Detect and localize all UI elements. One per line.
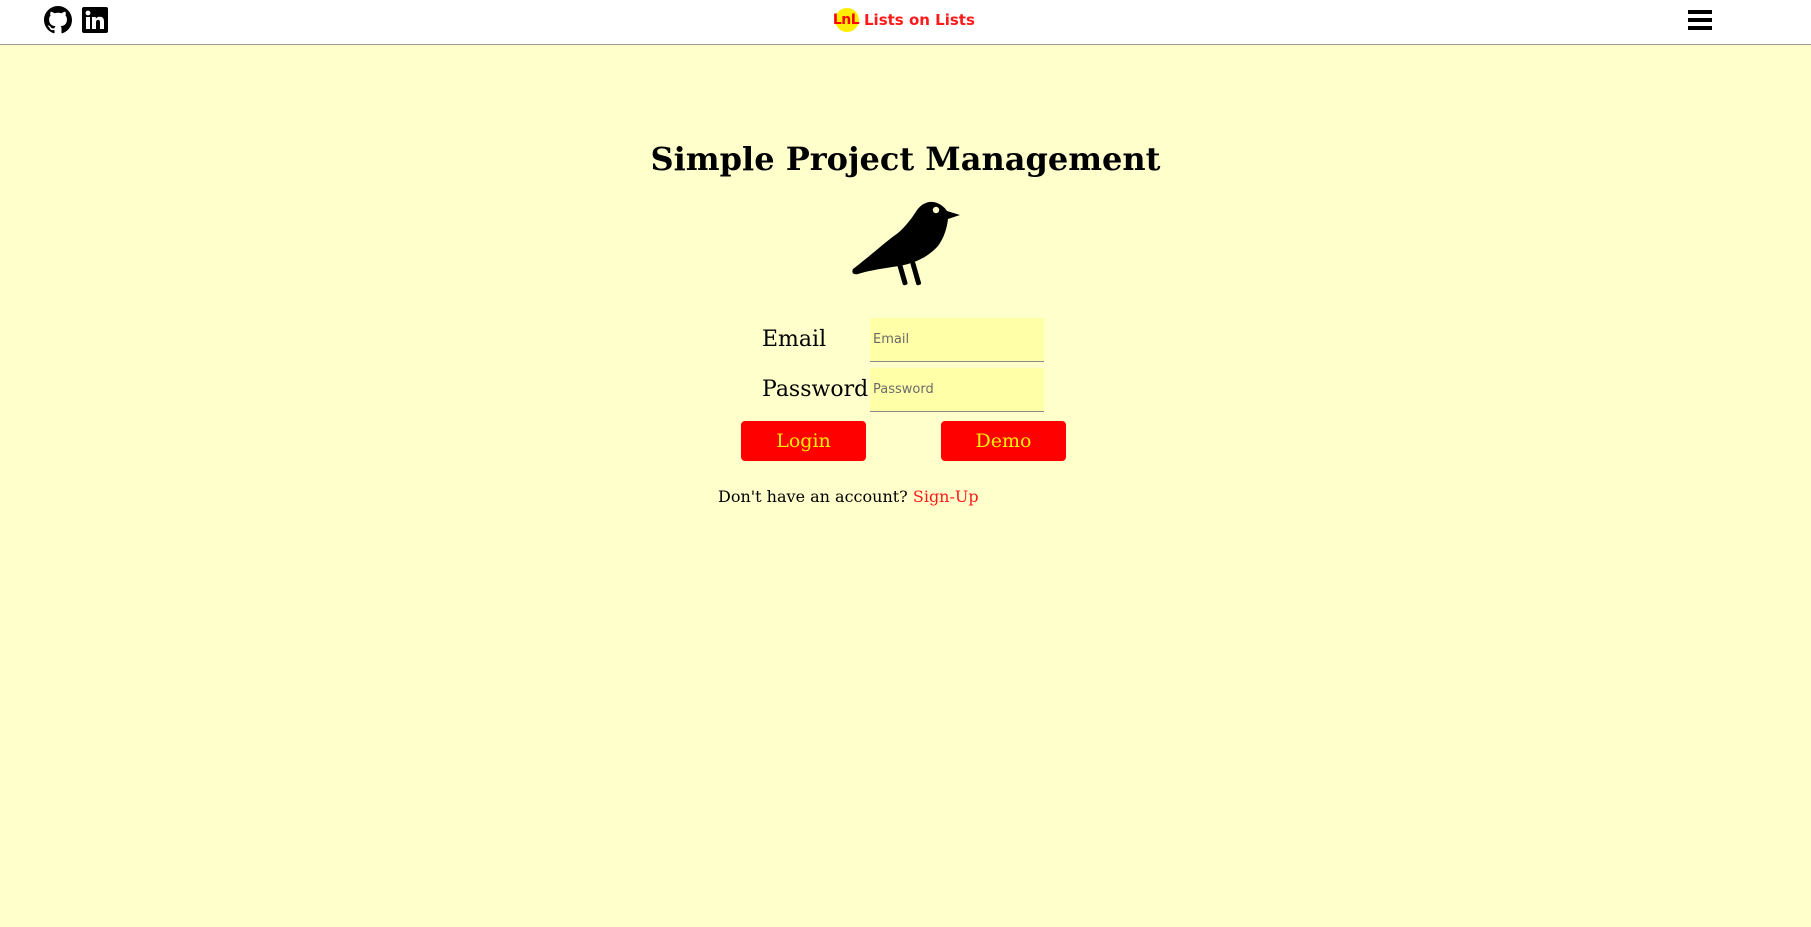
signup-link[interactable]: Sign-Up: [913, 487, 979, 506]
top-navbar: LnL Lists on Lists: [0, 0, 1811, 45]
password-label: Password: [762, 377, 869, 402]
signup-prompt: Don't have an account? Sign-Up: [718, 487, 979, 506]
linkedin-icon: [81, 6, 108, 33]
brand-home-link[interactable]: LnL Lists on Lists: [831, 7, 975, 33]
hamburger-menu-icon: [1688, 10, 1712, 30]
github-link[interactable]: [43, 5, 72, 34]
linkedin-link[interactable]: [80, 5, 109, 34]
password-field[interactable]: [870, 368, 1044, 412]
crow-icon: [852, 201, 960, 286]
signup-prompt-text: Don't have an account?: [718, 487, 908, 506]
demo-button[interactable]: Demo: [941, 421, 1066, 461]
email-field[interactable]: [870, 318, 1044, 362]
brand-name: Lists on Lists: [864, 11, 975, 29]
social-links: [43, 5, 109, 34]
brand-logo: LnL: [831, 7, 861, 33]
page-title: Simple Project Management: [650, 140, 1161, 178]
login-button[interactable]: Login: [741, 421, 866, 461]
hamburger-menu-button[interactable]: [1685, 5, 1715, 35]
email-label: Email: [762, 327, 827, 352]
github-icon: [43, 5, 72, 33]
brand-logo-text: LnL: [832, 12, 860, 28]
